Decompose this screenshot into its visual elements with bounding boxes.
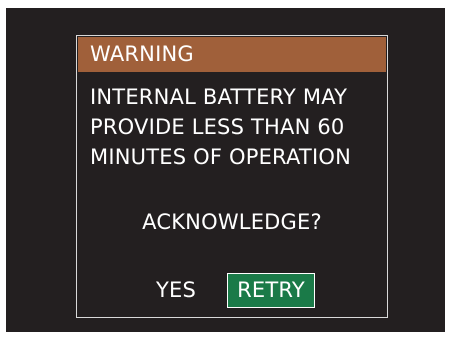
message-line: MINUTES OF OPERATION — [90, 145, 351, 169]
warning-message: INTERNAL BATTERY MAY PROVIDE LESS THAN 6… — [90, 82, 380, 172]
dialog-title: WARNING — [78, 37, 386, 72]
retry-button[interactable]: RETRY — [227, 273, 315, 308]
message-line: PROVIDE LESS THAN 60 — [90, 115, 345, 139]
acknowledge-prompt: ACKNOWLEDGE? — [142, 210, 322, 234]
warning-dialog: WARNING INTERNAL BATTERY MAY PROVIDE LES… — [76, 35, 388, 318]
message-line: INTERNAL BATTERY MAY — [90, 85, 348, 109]
device-screen: WARNING INTERNAL BATTERY MAY PROVIDE LES… — [6, 8, 445, 332]
yes-button[interactable]: YES — [150, 273, 202, 308]
